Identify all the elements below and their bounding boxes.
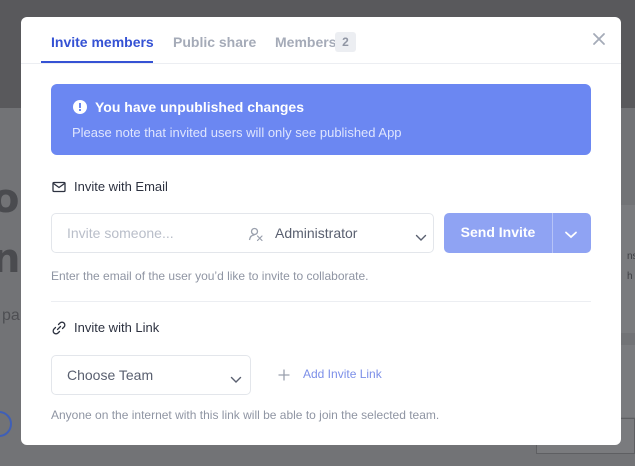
share-modal: Invite members Public share Members 2 Yo… (21, 17, 621, 445)
members-count-badge: 2 (335, 32, 356, 52)
tab-public-share[interactable]: Public share (173, 34, 256, 50)
add-invite-link-label: Add Invite Link (303, 367, 382, 381)
info-icon (73, 100, 87, 114)
send-button-divider (552, 213, 553, 253)
link-icon (52, 321, 66, 340)
user-role-icon (248, 226, 264, 247)
unpublished-changes-alert: You have unpublished changes Please note… (51, 84, 591, 155)
team-select-value: Choose Team (67, 367, 154, 383)
close-icon[interactable] (591, 31, 607, 47)
active-tab-indicator (41, 61, 153, 63)
mail-icon (52, 180, 66, 198)
add-invite-link-button[interactable]: Add Invite Link (278, 365, 388, 385)
invite-email-group: Administrator (51, 213, 434, 253)
tab-members[interactable]: Members (275, 34, 336, 50)
alert-title: You have unpublished changes (95, 99, 304, 115)
chevron-down-icon[interactable] (564, 227, 578, 245)
send-invite-button[interactable]: Send Invite (444, 213, 591, 253)
chevron-down-icon (230, 371, 242, 389)
alert-description: Please note that invited users will only… (72, 125, 402, 140)
background-side-text: ns (627, 251, 635, 262)
invite-email-helper: Enter the email of the user you’d like t… (51, 269, 369, 283)
tab-invite-members[interactable]: Invite members (51, 34, 154, 50)
plus-icon (278, 368, 290, 386)
invite-link-helper: Anyone on the internet with this link wi… (51, 408, 440, 422)
role-select-value[interactable]: Administrator (275, 225, 357, 241)
invite-email-title: Invite with Email (74, 179, 168, 194)
background-paragraph: pa (2, 307, 20, 324)
invite-link-title: Invite with Link (74, 320, 160, 335)
background-side-panel: ns h (620, 205, 635, 333)
background-side-panel-lower (620, 345, 635, 417)
modal-tabs: Invite members Public share Members 2 (21, 17, 621, 64)
send-invite-label: Send Invite (460, 224, 536, 240)
section-divider (51, 301, 591, 302)
chevron-down-icon[interactable] (415, 229, 427, 247)
invite-email-input[interactable] (53, 215, 233, 251)
background-side-text: h (627, 271, 633, 282)
choose-team-select[interactable]: Choose Team (51, 355, 251, 395)
